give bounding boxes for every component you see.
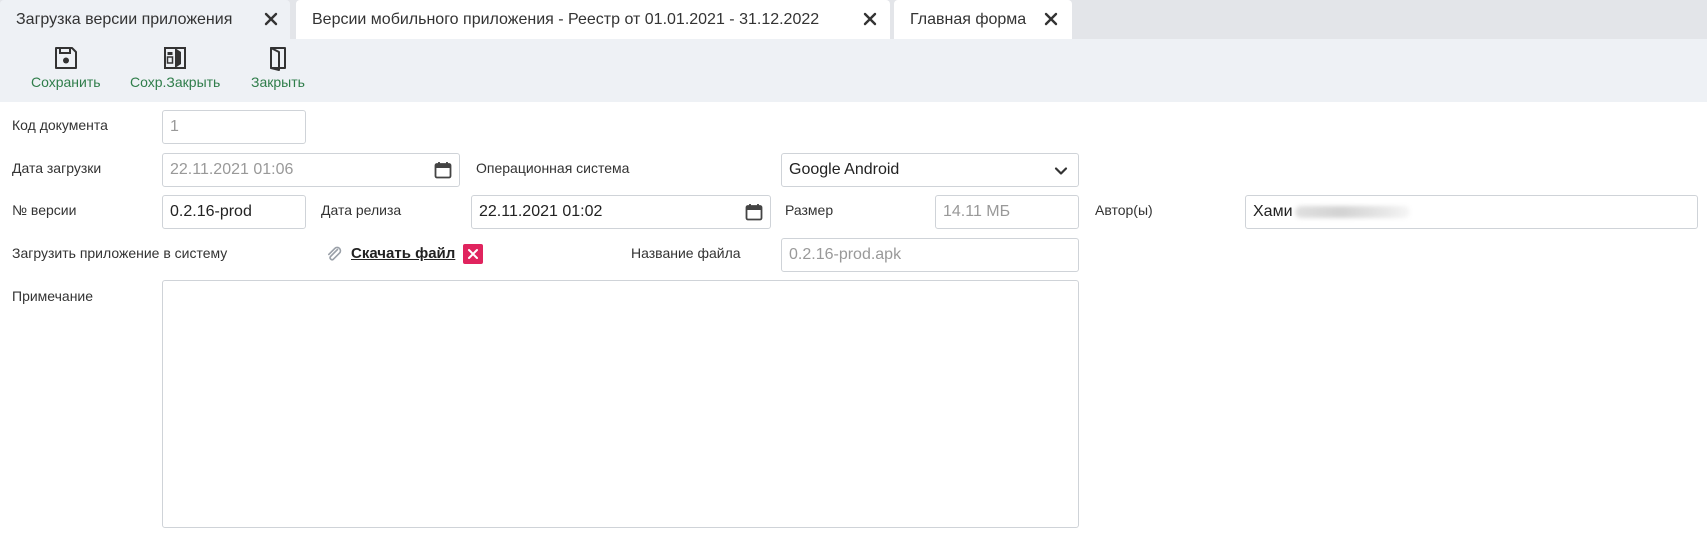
size-label: Размер	[785, 202, 834, 218]
tab-bar: Загрузка версии приложения Версии мобиль…	[0, 0, 1707, 39]
size-field[interactable]: 14.11 МБ	[935, 195, 1079, 229]
floppy-disk-icon	[54, 47, 77, 69]
tab-label: Главная форма	[910, 10, 1027, 28]
delete-file-button[interactable]	[463, 244, 483, 264]
os-select[interactable]: Google Android	[781, 153, 1079, 187]
door-icon	[269, 47, 286, 71]
tab-mobile-versions-registry[interactable]: Версии мобильного приложения - Реестр от…	[296, 0, 890, 39]
save-close-button-label: Сохр.Закрыть	[130, 74, 221, 90]
release-date-label: Дата релиза	[321, 202, 402, 218]
calendar-icon[interactable]	[745, 203, 763, 221]
tab-label: Версии мобильного приложения - Реестр от…	[312, 10, 820, 28]
os-label: Операционная система	[476, 160, 630, 176]
close-button-label: Закрыть	[251, 74, 305, 90]
authors-value: Хами	[1253, 203, 1293, 220]
redacted-text	[1294, 206, 1410, 218]
version-field[interactable]: 0.2.16-prod	[162, 195, 306, 229]
release-date-field[interactable]: 22.11.2021 01:02	[471, 195, 771, 229]
download-file-link[interactable]: Скачать файл	[351, 245, 455, 262]
upload-date-field[interactable]: 22.11.2021 01:06	[162, 153, 460, 187]
release-date-value: 22.11.2021 01:02	[479, 203, 603, 220]
note-textarea[interactable]	[162, 280, 1079, 528]
save-close-button[interactable]: Сохр.Закрыть	[130, 45, 220, 90]
version-label: № версии	[12, 202, 77, 218]
doc-code-label: Код документа	[12, 117, 108, 133]
paperclip-icon	[328, 246, 342, 261]
size-value: 14.11 МБ	[943, 203, 1011, 220]
tab-label: Загрузка версии приложения	[16, 10, 233, 28]
authors-field[interactable]: Хами	[1245, 195, 1698, 229]
version-value: 0.2.16-prod	[170, 203, 252, 220]
save-button[interactable]: Сохранить	[31, 45, 101, 90]
note-label: Примечание	[12, 288, 94, 304]
close-button[interactable]: Закрыть	[251, 45, 305, 90]
save-close-icon	[164, 47, 187, 69]
upload-date-label: Дата загрузки	[12, 160, 102, 176]
upload-date-value: 22.11.2021 01:06	[170, 161, 294, 178]
close-icon[interactable]	[862, 11, 878, 27]
os-select-value: Google Android	[789, 161, 900, 178]
toolbar: Сохранить Сохр.Закрыть Закрыть	[0, 39, 1707, 102]
authors-label: Автор(ы)	[1095, 202, 1153, 218]
filename-value: 0.2.16-prod.apk	[789, 246, 902, 263]
calendar-icon[interactable]	[434, 161, 452, 179]
filename-label: Название файла	[631, 245, 741, 261]
chevron-down-icon	[1054, 167, 1068, 175]
close-icon[interactable]	[1043, 11, 1059, 27]
upload-app-label: Загрузить приложение в систему	[12, 245, 228, 261]
tab-main-form[interactable]: Главная форма	[894, 0, 1072, 39]
close-icon	[468, 249, 478, 259]
tab-upload-version[interactable]: Загрузка версии приложения	[0, 0, 290, 39]
doc-code-field[interactable]: 1	[162, 110, 306, 144]
save-button-label: Сохранить	[31, 74, 101, 90]
close-icon[interactable]	[263, 11, 279, 27]
doc-code-value: 1	[170, 118, 179, 135]
filename-field[interactable]: 0.2.16-prod.apk	[781, 238, 1079, 272]
